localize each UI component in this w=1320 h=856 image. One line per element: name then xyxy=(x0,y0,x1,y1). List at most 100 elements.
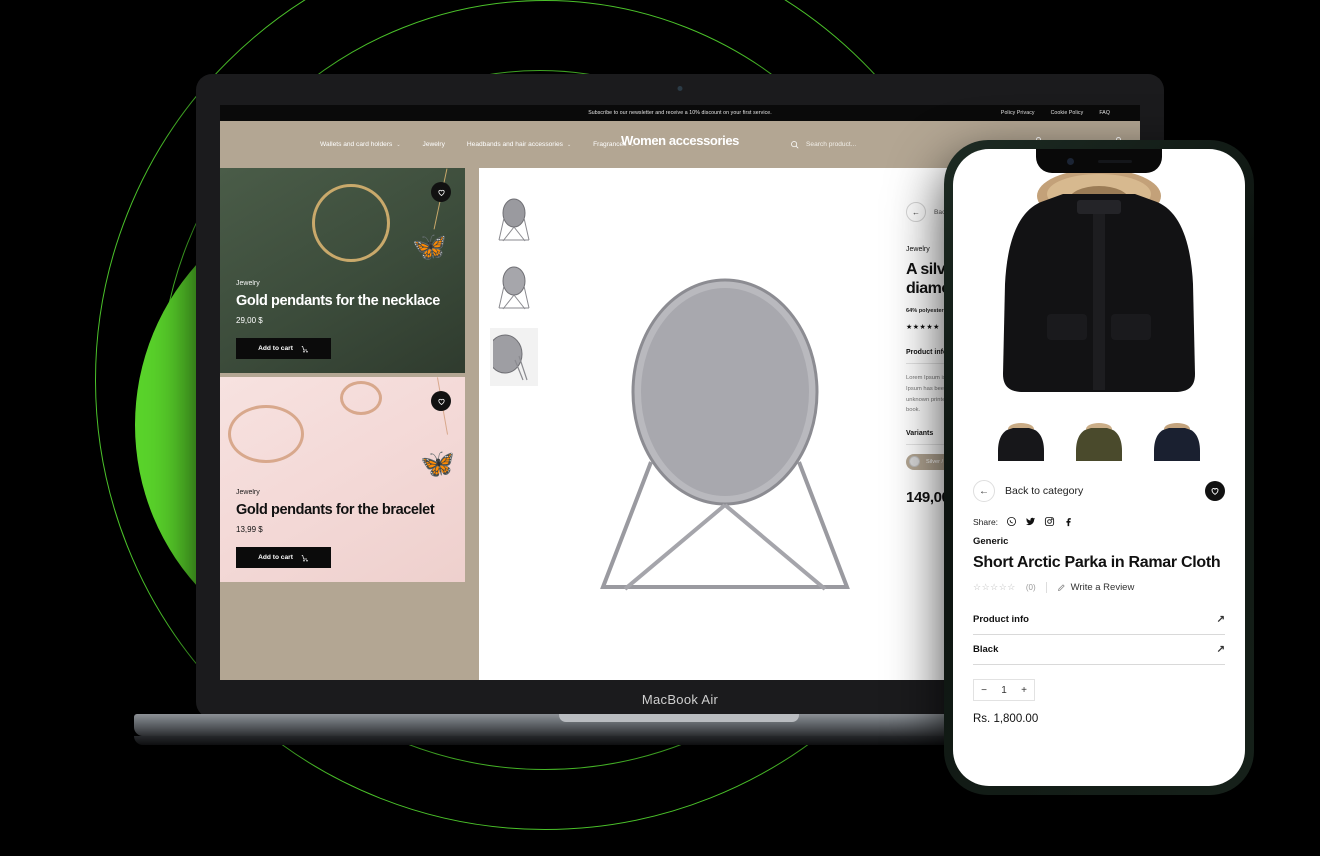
product-thumbnail[interactable] xyxy=(490,192,538,250)
nav-item-wallets[interactable]: Wallets and card holders ⌄ xyxy=(320,141,401,148)
phone-row-color[interactable]: Black ↗ xyxy=(973,635,1225,665)
phone-product-brand: Generic xyxy=(973,536,1009,547)
phone-screen: ← Back to category Share: Generic Short … xyxy=(953,149,1245,786)
thumbnail-parka-black[interactable] xyxy=(993,420,1049,466)
chevron-down-icon: ⌄ xyxy=(566,141,572,148)
quantity-stepper[interactable]: − 1 + xyxy=(973,679,1035,701)
mirror-icon xyxy=(498,266,530,310)
site-topbar: Subscribe to our newsletter and receive … xyxy=(220,105,1140,121)
parka-thumb-icon xyxy=(1154,423,1200,461)
phone-row-product-info[interactable]: Product info ↗ xyxy=(973,605,1225,635)
rating-stars-icon: ☆☆☆☆☆ xyxy=(973,582,1016,592)
search-box[interactable]: Search product... xyxy=(790,140,856,149)
product-thumbnail[interactable] xyxy=(490,260,538,318)
favorite-button[interactable] xyxy=(431,182,451,202)
product-thumbnail-selected[interactable] xyxy=(490,328,538,386)
quantity-increase-button[interactable]: + xyxy=(1014,685,1034,696)
thumbnail-parka-navy[interactable] xyxy=(1149,420,1205,466)
promo-card-category: Jewelry xyxy=(236,488,260,496)
phone-back-row: ← Back to category xyxy=(973,480,1225,502)
promo-card-price: 29,00 $ xyxy=(236,316,263,325)
mirror-icon xyxy=(498,198,530,242)
gold-ring-icon xyxy=(312,184,390,262)
phone-back-label: Back to category xyxy=(1005,485,1084,497)
butterfly-pendant-icon: 🦋 xyxy=(420,448,455,479)
link-policy-privacy[interactable]: Policy Privacy xyxy=(1001,110,1035,116)
instagram-icon[interactable] xyxy=(1044,516,1055,527)
topbar-links: Policy Privacy Cookie Policy FAQ xyxy=(1001,110,1110,116)
arrow-left-icon: ← xyxy=(973,480,995,502)
mirror-icon xyxy=(493,334,528,381)
phone-row-label: Black xyxy=(973,644,999,655)
promo-card-title: Gold pendants for the bracelet xyxy=(236,501,435,518)
front-camera-icon xyxy=(1066,157,1074,165)
write-review-label: Write a Review xyxy=(1070,582,1135,593)
link-cookie-policy[interactable]: Cookie Policy xyxy=(1051,110,1084,116)
rating-stars-icon: ★★★★★ xyxy=(906,324,940,332)
promo-card-title: Gold pendants for the necklace xyxy=(236,292,440,309)
heart-icon xyxy=(437,189,445,196)
promo-cards-column: 🦋 Jewelry Gold pendants for the necklace… xyxy=(220,168,479,680)
arrow-up-right-icon: ↗ xyxy=(1216,644,1225,655)
laptop-base-notch xyxy=(559,714,799,722)
cart-icon xyxy=(301,554,308,561)
review-count: (0) xyxy=(1025,583,1036,592)
facebook-icon[interactable] xyxy=(1063,516,1074,527)
favorite-button[interactable] xyxy=(431,391,451,411)
search-icon xyxy=(791,141,799,149)
promo-card-category: Jewelry xyxy=(236,279,260,287)
arrow-left-icon: ← xyxy=(906,202,926,222)
nav-item-jewelry[interactable]: Jewelry xyxy=(423,141,445,148)
pencil-icon xyxy=(1057,584,1065,592)
promo-card-price: 13,99 $ xyxy=(236,525,263,534)
parka-icon xyxy=(1003,168,1195,392)
phone-product-price: Rs. 1,800.00 xyxy=(973,713,1039,725)
promo-card-necklace[interactable]: 🦋 Jewelry Gold pendants for the necklace… xyxy=(220,168,465,373)
share-label: Share: xyxy=(973,516,999,527)
add-to-cart-button[interactable]: Add to cart xyxy=(236,338,331,359)
quantity-decrease-button[interactable]: − xyxy=(974,685,994,696)
link-faq[interactable]: FAQ xyxy=(1099,110,1110,116)
nav-item-jewelry-label: Jewelry xyxy=(422,141,445,148)
phone-device: ← Back to category Share: Generic Short … xyxy=(944,140,1254,795)
phone-product-image xyxy=(953,149,1245,414)
nav-item-headbands-label: Headbands and hair accessories xyxy=(466,141,563,148)
mirror-hero-icon xyxy=(599,278,850,591)
write-review-link[interactable]: Write a Review xyxy=(1057,582,1135,593)
topbar-promo-text: Subscribe to our newsletter and receive … xyxy=(588,110,772,116)
heart-icon xyxy=(437,398,445,405)
phone-frame: ← Back to category Share: Generic Short … xyxy=(944,140,1254,795)
product-thumbnail-gallery xyxy=(479,184,549,680)
phone-thumbnail-row xyxy=(953,414,1245,480)
parka-thumb-icon xyxy=(1076,423,1122,461)
earpiece-speaker-icon xyxy=(1097,159,1132,163)
add-to-cart-button[interactable]: Add to cart xyxy=(236,547,331,568)
marketing-mockup-scene: Subscribe to our newsletter and receive … xyxy=(0,0,1320,856)
phone-product-title: Short Arctic Parka in Ramar Cloth xyxy=(973,554,1221,571)
variant-swatch-icon xyxy=(909,456,920,468)
phone-rating-row: ☆☆☆☆☆ (0) Write a Review xyxy=(973,582,1225,593)
arrow-up-right-icon: ↗ xyxy=(1216,614,1225,625)
thumbnail-parka-olive[interactable] xyxy=(1071,420,1127,466)
butterfly-pendant-icon: 🦋 xyxy=(412,231,447,262)
gold-ring-icon xyxy=(340,381,382,415)
twitter-icon[interactable] xyxy=(1025,516,1036,527)
parka-thumb-icon xyxy=(998,423,1044,461)
gold-ring-icon xyxy=(228,405,304,463)
site-logo[interactable]: Women accessories xyxy=(621,133,739,148)
nav-item-headbands[interactable]: Headbands and hair accessories ⌄ xyxy=(467,141,571,148)
favorite-button[interactable] xyxy=(1205,481,1225,501)
divider xyxy=(1045,582,1047,593)
chevron-down-icon: ⌄ xyxy=(396,141,401,148)
add-to-cart-label: Add to cart xyxy=(258,554,293,561)
heart-icon xyxy=(1211,488,1219,495)
share-row: Share: xyxy=(973,516,1225,527)
phone-back-to-category[interactable]: ← Back to category xyxy=(973,480,1083,502)
primary-nav: Wallets and card holders ⌄ Jewelry Headb… xyxy=(320,141,635,148)
quantity-value: 1 xyxy=(1001,684,1007,696)
laptop-camera-icon xyxy=(677,86,683,91)
search-input-placeholder: Search product... xyxy=(806,141,857,148)
phone-row-label: Product info xyxy=(973,614,1029,625)
whatsapp-icon[interactable] xyxy=(1006,516,1017,527)
promo-card-bracelet[interactable]: 🦋 Jewelry Gold pendants for the bracelet… xyxy=(220,377,465,582)
